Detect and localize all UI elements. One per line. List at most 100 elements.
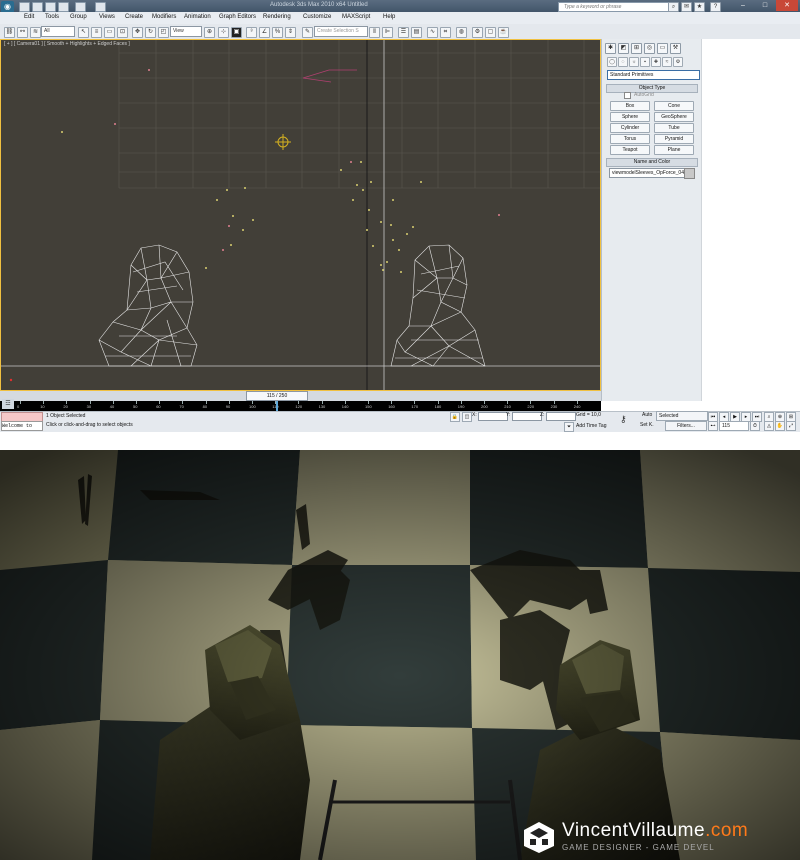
set-key-icon[interactable]: ⚷ bbox=[620, 414, 627, 425]
angle-snap-icon[interactable]: ∠ bbox=[259, 27, 270, 38]
geometry-icon[interactable]: ◯ bbox=[607, 57, 617, 67]
layer-manager-icon[interactable]: ☰ bbox=[398, 27, 409, 38]
menu-modifiers[interactable]: Modifiers bbox=[152, 14, 176, 20]
menu-graph-editors[interactable]: Graph Editors bbox=[219, 14, 256, 20]
keyboard-shortcut-override-icon[interactable]: ▣ bbox=[231, 27, 242, 38]
render-production-icon[interactable]: ☕ bbox=[498, 27, 509, 38]
cameras-icon[interactable]: ▪ bbox=[640, 57, 650, 67]
key-filter-dropdown[interactable]: Selected bbox=[656, 411, 708, 421]
current-frame-field[interactable]: 115 bbox=[719, 421, 749, 431]
pyramid-button[interactable]: Pyramid bbox=[654, 134, 694, 144]
menu-rendering[interactable]: Rendering bbox=[263, 14, 291, 20]
select-and-link-icon[interactable]: ⛓ bbox=[4, 27, 15, 38]
favorites-icon[interactable]: ★ bbox=[694, 2, 705, 12]
helpers-icon[interactable]: ✚ bbox=[651, 57, 661, 67]
project-folder-icon[interactable] bbox=[95, 2, 106, 12]
add-time-tag[interactable]: Add Time Tag bbox=[576, 423, 606, 429]
object-name-input[interactable]: viewmodelSleeves_OpForce_04 bbox=[609, 168, 685, 178]
menu-views[interactable]: Views bbox=[99, 14, 115, 20]
selection-filter-dropdown[interactable]: All bbox=[41, 26, 75, 37]
cylinder-button[interactable]: Cylinder bbox=[610, 123, 650, 133]
create-tab-icon[interactable]: ✱ bbox=[605, 43, 616, 54]
select-and-move-icon[interactable]: ✥ bbox=[132, 27, 143, 38]
redo-icon[interactable] bbox=[75, 2, 86, 12]
search-icon[interactable]: ⌕ bbox=[668, 2, 679, 12]
select-by-name-icon[interactable]: ≡ bbox=[91, 27, 102, 38]
lights-icon[interactable]: ☼ bbox=[629, 57, 639, 67]
help-icon[interactable]: ? bbox=[710, 2, 721, 12]
field-of-view-icon[interactable]: ◬ bbox=[764, 421, 774, 431]
select-object-icon[interactable]: ↖ bbox=[78, 27, 89, 38]
cone-button[interactable]: Cone bbox=[654, 101, 694, 111]
absolute-mode-icon[interactable]: ◫ bbox=[462, 412, 472, 422]
select-and-scale-icon[interactable]: ◰ bbox=[158, 27, 169, 38]
curve-editor-icon[interactable]: ∿ bbox=[427, 27, 438, 38]
z-coordinate-field[interactable] bbox=[546, 412, 576, 421]
menu-customize[interactable]: Customize bbox=[303, 14, 331, 20]
geosphere-button[interactable]: GeoSphere bbox=[654, 112, 694, 122]
menu-maxscript[interactable]: MAXScript bbox=[342, 14, 370, 20]
percent-snap-icon[interactable]: % bbox=[272, 27, 283, 38]
use-pivot-center-icon[interactable]: ⊕ bbox=[204, 27, 215, 38]
time-configuration-icon[interactable]: ⏱ bbox=[750, 421, 760, 431]
menu-help[interactable]: Help bbox=[383, 14, 395, 20]
save-file-icon[interactable] bbox=[45, 2, 56, 12]
graphite-modeling-icon[interactable]: ▤ bbox=[411, 27, 422, 38]
named-selection-sets-input[interactable]: Create Selection S bbox=[314, 26, 368, 37]
new-file-icon[interactable] bbox=[19, 2, 30, 12]
time-slider-knob[interactable]: 115 / 250 bbox=[246, 391, 308, 401]
maximize-button[interactable]: □ bbox=[754, 0, 776, 11]
viewport-label[interactable]: [ + ] [ Camera01 ] [ Smooth + Highlights… bbox=[4, 41, 130, 47]
schematic-view-icon[interactable]: ⌗ bbox=[440, 27, 451, 38]
name-and-color-rollout[interactable]: Name and Color bbox=[606, 158, 698, 167]
space-warps-icon[interactable]: ≈ bbox=[662, 57, 672, 67]
torus-button[interactable]: Torus bbox=[610, 134, 650, 144]
set-key-button[interactable]: Set K. bbox=[640, 422, 654, 428]
tube-button[interactable]: Tube bbox=[654, 123, 694, 133]
maxscript-output[interactable]: Welcome to bbox=[1, 421, 43, 431]
sphere-button[interactable]: Sphere bbox=[610, 112, 650, 122]
primitive-category-dropdown[interactable]: Standard Primitives bbox=[607, 70, 700, 80]
reference-coordinate-dropdown[interactable]: View bbox=[170, 26, 202, 37]
communication-center-icon[interactable]: ✉ bbox=[681, 2, 692, 12]
menu-group[interactable]: Group bbox=[70, 14, 87, 20]
spinner-snap-icon[interactable]: ⇕ bbox=[285, 27, 296, 38]
key-filters-button[interactable]: Filters... bbox=[665, 421, 707, 431]
menu-create[interactable]: Create bbox=[125, 14, 143, 20]
x-coordinate-field[interactable] bbox=[478, 412, 508, 421]
camera-viewport[interactable] bbox=[0, 39, 601, 391]
close-button[interactable]: ✕ bbox=[776, 0, 798, 11]
material-editor-icon[interactable]: ◍ bbox=[456, 27, 467, 38]
menu-tools[interactable]: Tools bbox=[45, 14, 59, 20]
auto-key-button[interactable]: Auto bbox=[642, 412, 652, 418]
object-color-swatch[interactable] bbox=[684, 168, 695, 179]
minimize-button[interactable]: – bbox=[732, 0, 754, 11]
unlink-icon[interactable]: ⚯ bbox=[17, 27, 28, 38]
display-tab-icon[interactable]: ▭ bbox=[657, 43, 668, 54]
edit-named-selection-icon[interactable]: ✎ bbox=[302, 27, 313, 38]
menu-edit[interactable]: Edit bbox=[24, 14, 34, 20]
mirror-icon[interactable]: ⫴ bbox=[369, 27, 380, 38]
bind-space-warp-icon[interactable]: ≋ bbox=[30, 27, 41, 38]
box-button[interactable]: Box bbox=[610, 101, 650, 111]
mini-curve-editor-icon[interactable]: ☲ bbox=[2, 399, 14, 409]
select-and-rotate-icon[interactable]: ↻ bbox=[145, 27, 156, 38]
rectangular-selection-icon[interactable]: ▭ bbox=[104, 27, 115, 38]
y-coordinate-field[interactable] bbox=[512, 412, 542, 421]
window-crossing-icon[interactable]: ⊡ bbox=[117, 27, 128, 38]
maximize-viewport-icon[interactable]: ⤢ bbox=[786, 421, 796, 431]
key-mode-toggle-icon[interactable]: ⊷ bbox=[708, 421, 718, 431]
align-icon[interactable]: ⊫ bbox=[382, 27, 393, 38]
menu-animation[interactable]: Animation bbox=[184, 14, 211, 20]
plane-button[interactable]: Plane bbox=[654, 145, 694, 155]
modify-tab-icon[interactable]: ◩ bbox=[618, 43, 629, 54]
autogrid-checkbox[interactable] bbox=[624, 92, 631, 99]
systems-icon[interactable]: ⚙ bbox=[673, 57, 683, 67]
time-tag-icon[interactable]: ⏷ bbox=[564, 422, 574, 432]
open-file-icon[interactable] bbox=[32, 2, 43, 12]
shapes-icon[interactable]: ◌ bbox=[618, 57, 628, 67]
snaps-toggle-icon[interactable]: ³ bbox=[246, 27, 257, 38]
hierarchy-tab-icon[interactable]: ⊞ bbox=[631, 43, 642, 54]
rendered-frame-window-icon[interactable]: ▢ bbox=[485, 27, 496, 38]
select-and-manipulate-icon[interactable]: ⊹ bbox=[218, 27, 229, 38]
